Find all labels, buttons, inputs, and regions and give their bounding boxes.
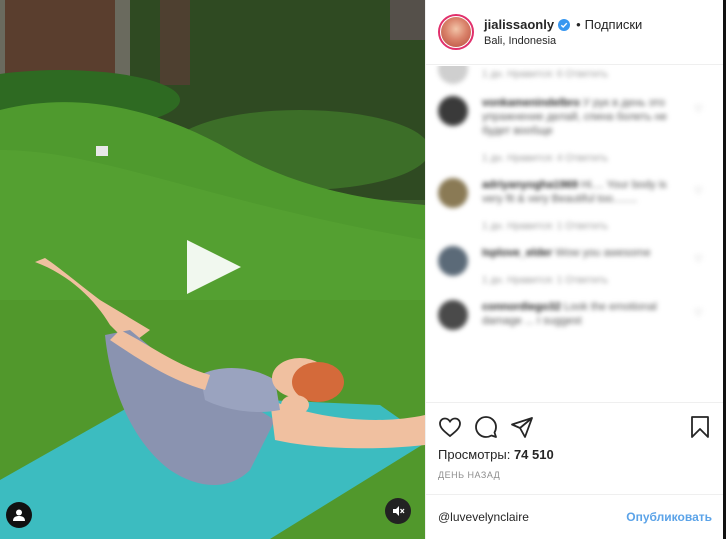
views-count[interactable]: Просмотры: 74 510 xyxy=(438,447,712,462)
comment-avatar[interactable] xyxy=(438,178,468,208)
header-line: jialissaonly • Подписки xyxy=(484,17,642,32)
views-number: 74 510 xyxy=(513,447,554,462)
list-item: connordiego32 Look the emotional damage … xyxy=(426,300,724,330)
heart-icon[interactable] xyxy=(438,415,462,439)
post-age[interactable]: ДЕНЬ НАЗАД xyxy=(438,470,712,480)
avatar-image xyxy=(441,17,471,47)
comment-meta: 1 дн. Нравится: 4 Ответить xyxy=(482,153,609,164)
comment-body: adriyanyogha1969 Hi.... Your body is ver… xyxy=(482,178,682,234)
comment-author[interactable]: connordiego32 xyxy=(482,301,561,313)
verified-icon xyxy=(558,18,571,31)
list-item: vonkamenindelbro У рук в день это упражн… xyxy=(426,96,724,166)
comment-body: vonkamenindelbro У рук в день это упражн… xyxy=(482,96,682,166)
video-player[interactable] xyxy=(0,0,425,539)
post-actions: Просмотры: 74 510 ДЕНЬ НАЗАД xyxy=(426,402,724,494)
username-link[interactable]: jialissaonly xyxy=(484,17,554,32)
heart-icon[interactable]: ♡ xyxy=(694,186,704,197)
comment-text: Wow you awesome xyxy=(555,247,651,259)
comment-body: 1 дн. Нравится: 6 Ответить xyxy=(482,66,682,84)
heart-icon[interactable]: ♡ xyxy=(694,254,704,265)
post-header: jialissaonly • Подписки Bali, Indonesia xyxy=(426,0,723,65)
comment-body: Isplove_elder Wow you awesome 1 дн. Нрав… xyxy=(482,246,682,288)
header-text: jialissaonly • Подписки Bali, Indonesia xyxy=(484,17,642,47)
bookmark-icon[interactable] xyxy=(688,415,712,439)
comment-icon[interactable] xyxy=(474,415,498,439)
mute-button[interactable] xyxy=(385,498,411,524)
location-link[interactable]: Bali, Indonesia xyxy=(484,35,642,47)
tagged-users-button[interactable] xyxy=(6,502,32,528)
heart-icon[interactable]: ♡ xyxy=(694,308,704,319)
views-label: Просмотры: xyxy=(438,447,511,462)
comment-author[interactable]: Isplove_elder xyxy=(482,247,552,259)
add-comment-bar: @luvevelynclaire Опубликовать xyxy=(426,494,724,539)
comment-avatar[interactable] xyxy=(438,300,468,330)
action-icons xyxy=(438,413,712,441)
comment-author[interactable]: adriyanyogha1969 xyxy=(482,179,578,191)
comments-blurred: 1 дн. Нравится: 6 Ответить vonkamenindel… xyxy=(426,66,724,330)
share-icon[interactable] xyxy=(510,415,534,439)
follow-button[interactable]: Подписки xyxy=(585,17,643,32)
post-modal: jialissaonly • Подписки Bali, Indonesia … xyxy=(0,0,726,539)
user-tag-icon xyxy=(13,509,25,521)
separator-dot: • xyxy=(576,17,581,32)
comments-list[interactable]: 1 дн. Нравится: 6 Ответить vonkamenindel… xyxy=(426,66,724,402)
comment-avatar[interactable] xyxy=(438,66,468,84)
comment-input[interactable]: @luvevelynclaire xyxy=(438,510,626,524)
comment-meta: 1 дн. Нравится: 1 Ответить xyxy=(482,221,609,232)
comment-body: connordiego32 Look the emotional damage … xyxy=(482,300,682,330)
play-icon[interactable] xyxy=(183,236,245,298)
comment-avatar[interactable] xyxy=(438,96,468,126)
comment-author[interactable]: vonkamenindelbro xyxy=(482,97,580,109)
mute-icon xyxy=(393,506,405,516)
list-item: adriyanyogha1969 Hi.... Your body is ver… xyxy=(426,178,724,234)
comment-avatar[interactable] xyxy=(438,246,468,276)
heart-icon[interactable]: ♡ xyxy=(694,104,704,115)
comment-meta: 1 дн. Нравится: 6 Ответить xyxy=(482,69,609,80)
comment-meta: 1 дн. Нравится: 1 Ответить xyxy=(482,275,609,286)
post-comment-button[interactable]: Опубликовать xyxy=(626,510,712,524)
list-item: Isplove_elder Wow you awesome 1 дн. Нрав… xyxy=(426,246,724,288)
post-side-panel: jialissaonly • Подписки Bali, Indonesia … xyxy=(425,0,724,539)
list-item: 1 дн. Нравится: 6 Ответить xyxy=(426,66,724,84)
avatar[interactable] xyxy=(438,14,474,50)
